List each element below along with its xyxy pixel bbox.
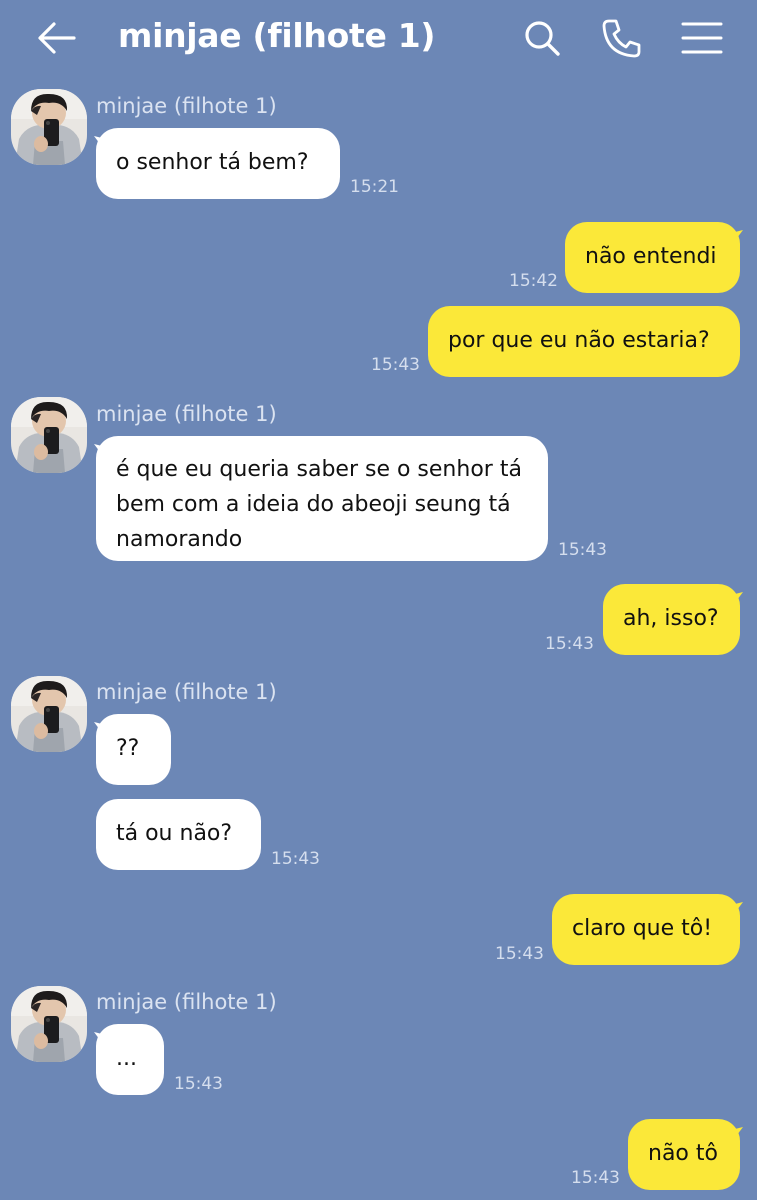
message-bubble[interactable]: é que eu queria saber se o senhor tá bem… [96, 436, 548, 561]
message-time: 15:43 [371, 355, 420, 375]
avatar[interactable] [11, 986, 87, 1062]
message-time: 15:43 [571, 1168, 620, 1188]
message-text: por que eu não estaria? [448, 328, 710, 353]
message-time: 15:21 [350, 177, 399, 197]
avatar[interactable] [11, 676, 87, 752]
message-bubble[interactable]: ah, isso? [603, 584, 740, 655]
message-bubble[interactable]: por que eu não estaria? [428, 306, 740, 377]
avatar-image [11, 397, 87, 473]
search-button[interactable] [520, 16, 564, 60]
message-time: 15:43 [495, 944, 544, 964]
message-text: é que eu queria saber se o senhor tá bem… [116, 457, 522, 552]
menu-button[interactable] [680, 16, 724, 60]
message-bubble[interactable]: tá ou não? [96, 799, 261, 870]
back-button[interactable] [34, 18, 80, 58]
chat-header: minjae (filhote 1) [0, 0, 757, 78]
message-time: 15:43 [545, 634, 594, 654]
message-bubble[interactable]: o senhor tá bem? [96, 128, 340, 199]
message-text: ah, isso? [623, 606, 719, 631]
message-time: 15:43 [558, 540, 607, 560]
avatar-image [11, 89, 87, 165]
message-text: tá ou não? [116, 821, 233, 846]
message-text: ... [116, 1046, 137, 1071]
call-button[interactable] [600, 16, 644, 60]
message-bubble[interactable]: ... [96, 1024, 164, 1095]
sender-name: minjae (filhote 1) [96, 990, 277, 1014]
message-text: o senhor tá bem? [116, 150, 309, 175]
message-text: não tô [648, 1141, 718, 1166]
chat-title: minjae (filhote 1) [118, 16, 436, 55]
phone-icon [602, 19, 641, 58]
arrow-left-icon [38, 22, 76, 54]
avatar-image [11, 676, 87, 752]
avatar[interactable] [11, 397, 87, 473]
avatar[interactable] [11, 89, 87, 165]
avatar-image [11, 986, 87, 1062]
sender-name: minjae (filhote 1) [96, 94, 277, 118]
message-bubble[interactable]: claro que tô! [552, 894, 740, 965]
message-bubble[interactable]: não entendi [565, 222, 740, 293]
hamburger-menu-icon [681, 22, 723, 54]
message-text: ?? [116, 736, 140, 761]
message-time: 15:42 [509, 271, 558, 291]
message-bubble[interactable]: não tô [628, 1119, 740, 1190]
message-text: claro que tô! [572, 916, 713, 941]
message-bubble[interactable]: ?? [96, 714, 171, 785]
message-time: 15:43 [174, 1074, 223, 1094]
message-text: não entendi [585, 244, 717, 269]
sender-name: minjae (filhote 1) [96, 680, 277, 704]
sender-name: minjae (filhote 1) [96, 402, 277, 426]
search-icon [525, 21, 560, 56]
message-time: 15:43 [271, 849, 320, 869]
